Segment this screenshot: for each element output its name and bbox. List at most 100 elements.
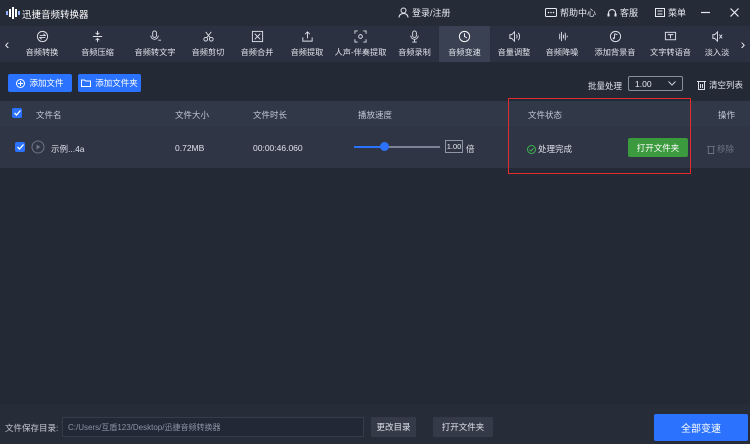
help-center-label: 帮助中心 xyxy=(560,8,597,18)
open-folder-bottom-button[interactable]: 打开文件夹 xyxy=(433,417,493,437)
tab-label: 音频变速 xyxy=(448,48,481,57)
tab-compress[interactable]: 音频压缩 xyxy=(70,26,125,62)
row-checkbox[interactable] xyxy=(15,142,25,152)
batch-speed-value: 1.00 xyxy=(635,78,652,89)
tab-label: 淡入淡 xyxy=(704,48,730,57)
tab-label: 添加背景音 xyxy=(594,48,636,57)
minimize-button[interactable] xyxy=(698,4,712,20)
app-title: 迅捷音频转换器 xyxy=(22,10,89,21)
tab-speech-to-text[interactable]: 音频转文字 xyxy=(125,26,185,62)
tab-label: 人声-伴奏提取 xyxy=(334,48,387,57)
tab-merge[interactable]: 音频合并 xyxy=(231,26,283,62)
tab-scissors[interactable]: 音频剪切 xyxy=(185,26,231,62)
batch-speed-select[interactable]: 1.00 xyxy=(628,76,683,91)
tabs-next-arrow[interactable]: › xyxy=(737,26,749,62)
clear-list-label: 清空列表 xyxy=(709,80,744,90)
header-operations: 操作 xyxy=(718,110,736,120)
row-file-name: 示例...4a xyxy=(51,144,85,154)
close-button[interactable] xyxy=(727,4,741,20)
save-dir-label: 文件保存目录: xyxy=(5,423,59,433)
tab-label: 音频合并 xyxy=(240,48,274,57)
tab-microphone[interactable]: 音频录制 xyxy=(390,26,439,62)
header-file-duration: 文件时长 xyxy=(253,110,288,120)
tab-label: 音频转换 xyxy=(25,48,59,57)
header-file-size: 文件大小 xyxy=(175,110,210,120)
microphone-icon xyxy=(410,30,419,43)
scissors-icon xyxy=(202,31,214,42)
status-badge: 处理完成 xyxy=(527,143,572,155)
tab-volume[interactable]: 音量调整 xyxy=(490,26,538,62)
batch-label: 批量处理 xyxy=(588,81,623,91)
chevron-down-icon xyxy=(668,81,676,86)
login-button[interactable]: 登录/注册 xyxy=(398,6,451,19)
help-center-button[interactable]: 帮助中心 xyxy=(545,6,596,19)
trash-icon xyxy=(697,81,706,90)
save-path-input[interactable]: C:/Users/互盾123/Desktop/迅捷音频转换器 xyxy=(62,417,364,437)
remove-label: 移除 xyxy=(717,144,735,154)
add-file-label: 添加文件 xyxy=(29,78,64,88)
speed-slider-handle[interactable] xyxy=(380,142,389,151)
convert-all-button[interactable]: 全部变速 xyxy=(654,414,748,441)
tab-denoise[interactable]: 音频降噪 xyxy=(538,26,586,62)
merge-icon xyxy=(251,30,263,43)
tab-background-music[interactable]: 添加背景音 xyxy=(586,26,644,62)
success-check-icon xyxy=(527,144,536,154)
customer-service-label: 客服 xyxy=(620,8,639,18)
header-file-status: 文件状态 xyxy=(528,110,563,120)
background-music-icon xyxy=(609,30,621,43)
trash-icon xyxy=(707,145,715,154)
tab-label: 音频降噪 xyxy=(545,48,579,57)
tab-label: 音量调整 xyxy=(497,48,531,57)
extract-icon xyxy=(301,31,313,42)
app-logo-icon xyxy=(6,7,20,19)
convert-icon xyxy=(36,30,48,43)
tabs-prev-arrow[interactable]: ‹ xyxy=(1,26,13,62)
select-all-checkbox[interactable] xyxy=(12,108,22,118)
add-folder-button[interactable]: 添加文件夹 xyxy=(78,74,141,92)
row-file-size: 0.72MB xyxy=(175,143,205,153)
tab-extract[interactable]: 音频提取 xyxy=(283,26,331,62)
tab-clock[interactable]: 音频变速 xyxy=(439,26,490,62)
tab-text-to-speech[interactable]: 文字转语音 xyxy=(644,26,697,62)
tab-label: 音频剪切 xyxy=(191,48,225,57)
tab-vocal-extract[interactable]: 人声-伴奏提取 xyxy=(331,26,390,62)
speed-value-input[interactable]: 1.00 xyxy=(445,140,463,153)
tab-label: 文字转语音 xyxy=(650,48,691,57)
tool-tabs: 音频转换 音频压缩 音频转文字 音频剪切 音频合并 音频提取 人声-伴奏提取 音频录制 音频变速… xyxy=(14,26,736,62)
volume-icon xyxy=(508,30,520,43)
login-label: 登录/注册 xyxy=(412,8,451,18)
menu-button[interactable]: 菜单 xyxy=(655,6,686,19)
close-icon xyxy=(729,7,739,17)
header-file-name: 文件名 xyxy=(36,110,62,120)
tab-label: 音频转文字 xyxy=(134,48,176,57)
change-dir-button[interactable]: 更改目录 xyxy=(371,417,416,437)
open-folder-button[interactable]: 打开文件夹 xyxy=(628,138,688,157)
header-play-speed: 播放速度 xyxy=(358,110,393,120)
vocal-extract-icon xyxy=(354,30,367,43)
folder-icon xyxy=(81,79,92,87)
tab-convert[interactable]: 音频转换 xyxy=(14,26,70,62)
user-icon xyxy=(398,7,409,18)
text-to-speech-icon xyxy=(664,31,677,41)
clear-list-button[interactable]: 清空列表 xyxy=(697,79,743,91)
headset-icon xyxy=(607,8,617,16)
status-label: 处理完成 xyxy=(538,144,573,154)
denoise-icon xyxy=(558,31,568,42)
menu-icon xyxy=(655,8,665,17)
row-file-duration: 00:00:46.060 xyxy=(253,143,303,153)
speed-unit-label: 倍 xyxy=(466,144,475,154)
plus-circle-icon xyxy=(16,78,26,88)
check-icon xyxy=(16,144,24,150)
speech-to-text-icon xyxy=(149,30,161,41)
add-folder-label: 添加文件夹 xyxy=(95,78,138,88)
minimize-icon xyxy=(700,11,710,13)
help-chat-icon xyxy=(545,7,557,17)
fade-icon xyxy=(711,30,723,43)
check-icon xyxy=(13,110,21,116)
add-file-button[interactable]: 添加文件 xyxy=(8,74,72,92)
menu-label: 菜单 xyxy=(668,8,687,18)
remove-button[interactable]: 移除 xyxy=(707,143,734,155)
tab-fade[interactable]: 淡入淡 xyxy=(697,26,736,62)
play-icon[interactable] xyxy=(31,140,45,154)
customer-service-button[interactable]: 客服 xyxy=(607,6,638,19)
